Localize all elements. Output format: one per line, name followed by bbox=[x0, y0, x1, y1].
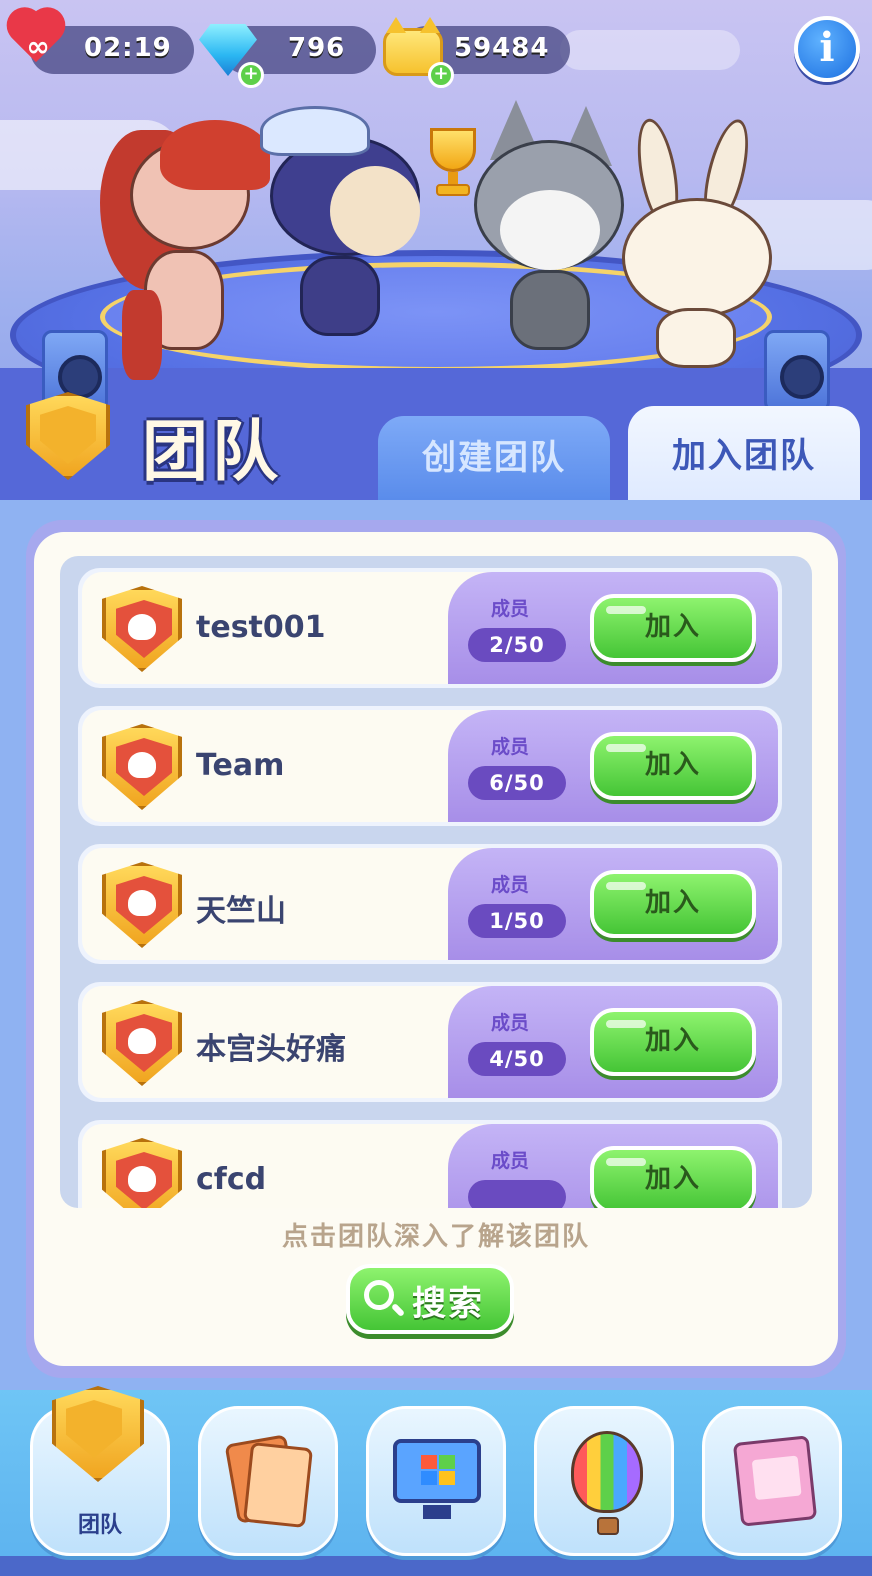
tab-join-team[interactable]: 加入团队 bbox=[628, 406, 860, 500]
team-name: cfcd bbox=[196, 1162, 267, 1197]
members-label: 成员 bbox=[490, 1150, 529, 1172]
team-shield-icon bbox=[26, 392, 110, 480]
gems-count: 796 bbox=[288, 33, 346, 63]
team-shield-icon bbox=[52, 1386, 144, 1482]
bottom-nav-edge bbox=[0, 1556, 872, 1576]
members-label: 成员 bbox=[490, 736, 529, 758]
hero-banner: ∞ 02:19 + 796 + 59484 i 团队 创建团队 加入团队 bbox=[0, 0, 872, 500]
add-coins-button[interactable]: + bbox=[428, 62, 454, 88]
team-row[interactable]: Team 成员 6/50 加入 bbox=[78, 706, 782, 826]
team-badge-icon bbox=[102, 724, 182, 810]
photo-album-icon bbox=[732, 1435, 818, 1527]
nav-item-cards[interactable] bbox=[198, 1406, 338, 1556]
team-list[interactable]: test001 成员 2/50 加入 Team 成员 6/50 加入 天竺山 成… bbox=[60, 556, 812, 1208]
search-icon bbox=[364, 1280, 394, 1310]
join-button[interactable]: 加入 bbox=[590, 732, 756, 800]
members-count: 1/50 bbox=[468, 904, 566, 938]
team-row[interactable]: 本宫头好痛 成员 4/50 加入 bbox=[78, 982, 782, 1102]
team-list-scroll[interactable]: test001 成员 2/50 加入 Team 成员 6/50 加入 天竺山 成… bbox=[78, 568, 782, 1208]
coins-count: 59484 bbox=[454, 33, 550, 63]
cloud bbox=[560, 30, 740, 70]
members-label: 成员 bbox=[490, 1012, 529, 1034]
nav-item-album[interactable] bbox=[702, 1406, 842, 1556]
heart-icon: ∞ bbox=[0, 0, 73, 80]
team-badge-icon bbox=[102, 586, 182, 672]
page-title: 团队 bbox=[142, 413, 282, 490]
team-row[interactable]: 天竺山 成员 1/50 加入 bbox=[78, 844, 782, 964]
members-count: 6/50 bbox=[468, 766, 566, 800]
members-count: 2/50 bbox=[468, 628, 566, 662]
hint-text: 点击团队深入了解该团队 bbox=[281, 1222, 590, 1252]
lives-timer: 02:19 bbox=[84, 33, 172, 63]
join-button[interactable]: 加入 bbox=[590, 594, 756, 662]
team-row[interactable]: cfcd 成员 加入 bbox=[78, 1120, 782, 1208]
team-name: 本宫头好痛 bbox=[196, 1032, 346, 1067]
nav-item-balloon[interactable] bbox=[534, 1406, 674, 1556]
members-label: 成员 bbox=[490, 874, 529, 896]
monitor-icon bbox=[393, 1439, 481, 1503]
fox-character bbox=[100, 120, 280, 380]
bunny-character bbox=[612, 115, 782, 378]
search-button[interactable]: 搜索 bbox=[346, 1264, 514, 1334]
cat-character bbox=[260, 96, 430, 346]
nav-item-monitor[interactable] bbox=[366, 1406, 506, 1556]
info-button[interactable]: i bbox=[794, 16, 860, 82]
team-name: test001 bbox=[196, 610, 326, 645]
members-label: 成员 bbox=[490, 598, 529, 620]
team-badge-icon bbox=[102, 862, 182, 948]
husky-character bbox=[470, 100, 630, 360]
team-badge-icon bbox=[102, 1138, 182, 1208]
members-count: 4/50 bbox=[468, 1042, 566, 1076]
search-label: 搜索 bbox=[412, 1284, 484, 1324]
nav-item-label: 团队 bbox=[77, 1513, 122, 1538]
team-badge-icon bbox=[102, 1000, 182, 1086]
team-name: 天竺山 bbox=[196, 894, 286, 929]
join-button[interactable]: 加入 bbox=[590, 1008, 756, 1076]
tab-create-team[interactable]: 创建团队 bbox=[378, 416, 610, 500]
lives-infinite: ∞ bbox=[26, 30, 50, 63]
team-name: Team bbox=[196, 748, 285, 783]
add-gems-button[interactable]: + bbox=[238, 62, 264, 88]
join-button[interactable]: 加入 bbox=[590, 870, 756, 938]
join-button[interactable]: 加入 bbox=[590, 1146, 756, 1208]
team-row[interactable]: test001 成员 2/50 加入 bbox=[78, 568, 782, 688]
hot-air-balloon-icon bbox=[571, 1431, 643, 1513]
members-count bbox=[468, 1180, 566, 1208]
